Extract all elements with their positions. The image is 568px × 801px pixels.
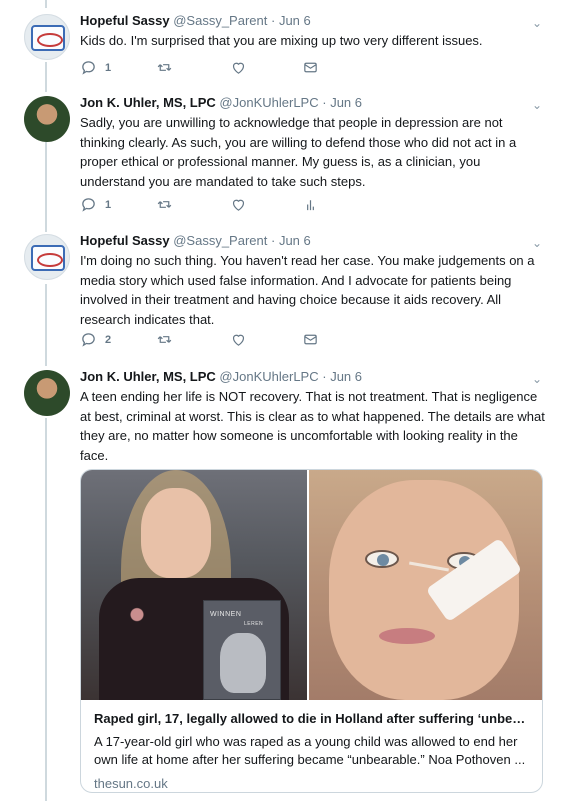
avatar[interactable] (24, 14, 70, 60)
tweet[interactable]: Hopeful Sassy @Sassy_Parent · Jun 6 ⌄ I'… (0, 226, 568, 366)
like-button[interactable] (230, 196, 247, 213)
separator: · (270, 233, 276, 248)
author-handle[interactable]: @JonKUhlerLPC (219, 369, 318, 384)
tweet-date[interactable]: Jun 6 (279, 13, 311, 28)
retweet-icon (157, 201, 172, 208)
dm-button[interactable] (302, 331, 319, 348)
card-title[interactable]: Raped girl, 17, legally allowed to die i… (94, 710, 530, 728)
retweet-icon (157, 64, 172, 71)
author-name[interactable]: Hopeful Sassy (80, 13, 170, 28)
chevron-down-icon[interactable]: ⌄ (532, 98, 542, 112)
separator: · (322, 95, 327, 110)
reply-button[interactable]: 1 (80, 59, 111, 76)
envelope-icon (304, 334, 317, 345)
author-name[interactable]: Jon K. Uhler, MS, LPC (80, 369, 216, 384)
author-handle[interactable]: @Sassy_Parent (173, 13, 267, 28)
tweet-header: Hopeful Sassy @Sassy_Parent · Jun 6 (80, 12, 548, 29)
tweet[interactable]: Hopeful Sassy @Sassy_Parent · Jun 6 ⌄ Ki… (0, 0, 568, 90)
analytics-button[interactable] (302, 196, 319, 213)
chevron-down-icon[interactable]: ⌄ (532, 16, 542, 30)
card-image-left[interactable]: WINNEN LEREN (81, 470, 307, 700)
tweet-text: A teen ending her life is NOT recovery. … (80, 389, 545, 463)
retweet-icon (157, 336, 172, 343)
reply-count: 1 (105, 61, 112, 74)
author-name[interactable]: Hopeful Sassy (80, 233, 170, 248)
like-button[interactable] (230, 331, 247, 348)
tweet-header: Hopeful Sassy @Sassy_Parent · Jun 6 (80, 232, 548, 249)
tweet[interactable]: Jon K. Uhler, MS, LPC @JonKUhlerLPC · Ju… (0, 90, 568, 226)
tweet-date[interactable]: Jun 6 (330, 369, 362, 384)
dm-button[interactable] (302, 59, 319, 76)
reply-count: 2 (105, 333, 112, 346)
avatar[interactable] (24, 234, 70, 280)
author-name[interactable]: Jon K. Uhler, MS, LPC (80, 95, 216, 110)
heart-icon (232, 62, 245, 74)
reply-icon (82, 61, 95, 75)
analytics-icon (307, 200, 314, 211)
tweet-text: Kids do. I'm surprised that you are mixi… (80, 33, 483, 48)
envelope-icon (304, 62, 317, 73)
card-image-right[interactable] (309, 470, 542, 700)
link-card[interactable]: WINNEN LEREN Raped girl, 17, legally all… (80, 469, 543, 793)
separator: · (322, 369, 327, 384)
tweet-text: I'm doing no such thing. You haven't rea… (80, 253, 535, 327)
book-cover: WINNEN LEREN (203, 600, 281, 700)
reply-icon (82, 333, 95, 347)
tweet-header: Jon K. Uhler, MS, LPC @JonKUhlerLPC · Ju… (80, 368, 548, 385)
heart-icon (232, 334, 245, 346)
retweet-button[interactable] (156, 59, 173, 76)
tweet-text: Sadly, you are unwilling to acknowledge … (80, 115, 517, 189)
reply-button[interactable]: 2 (80, 331, 111, 348)
retweet-button[interactable] (156, 196, 173, 213)
retweet-button[interactable] (156, 331, 173, 348)
card-domain[interactable]: thesun.co.uk (94, 776, 530, 791)
chevron-down-icon[interactable]: ⌄ (532, 372, 542, 386)
chevron-down-icon[interactable]: ⌄ (532, 236, 542, 250)
card-description: A 17-year-old girl who was raped as a yo… (94, 734, 526, 767)
reply-button[interactable]: 1 (80, 196, 111, 213)
avatar[interactable] (24, 96, 70, 142)
tweet-date[interactable]: Jun 6 (330, 95, 362, 110)
reply-icon (82, 198, 95, 212)
heart-icon (232, 199, 245, 211)
tweet-date[interactable]: Jun 6 (279, 233, 311, 248)
like-button[interactable] (230, 59, 247, 76)
author-handle[interactable]: @Sassy_Parent (173, 233, 267, 248)
tweet-header: Jon K. Uhler, MS, LPC @JonKUhlerLPC · Ju… (80, 94, 548, 111)
separator: · (270, 13, 276, 28)
author-handle[interactable]: @JonKUhlerLPC (219, 95, 318, 110)
avatar[interactable] (24, 370, 70, 416)
reply-count: 1 (105, 198, 112, 211)
